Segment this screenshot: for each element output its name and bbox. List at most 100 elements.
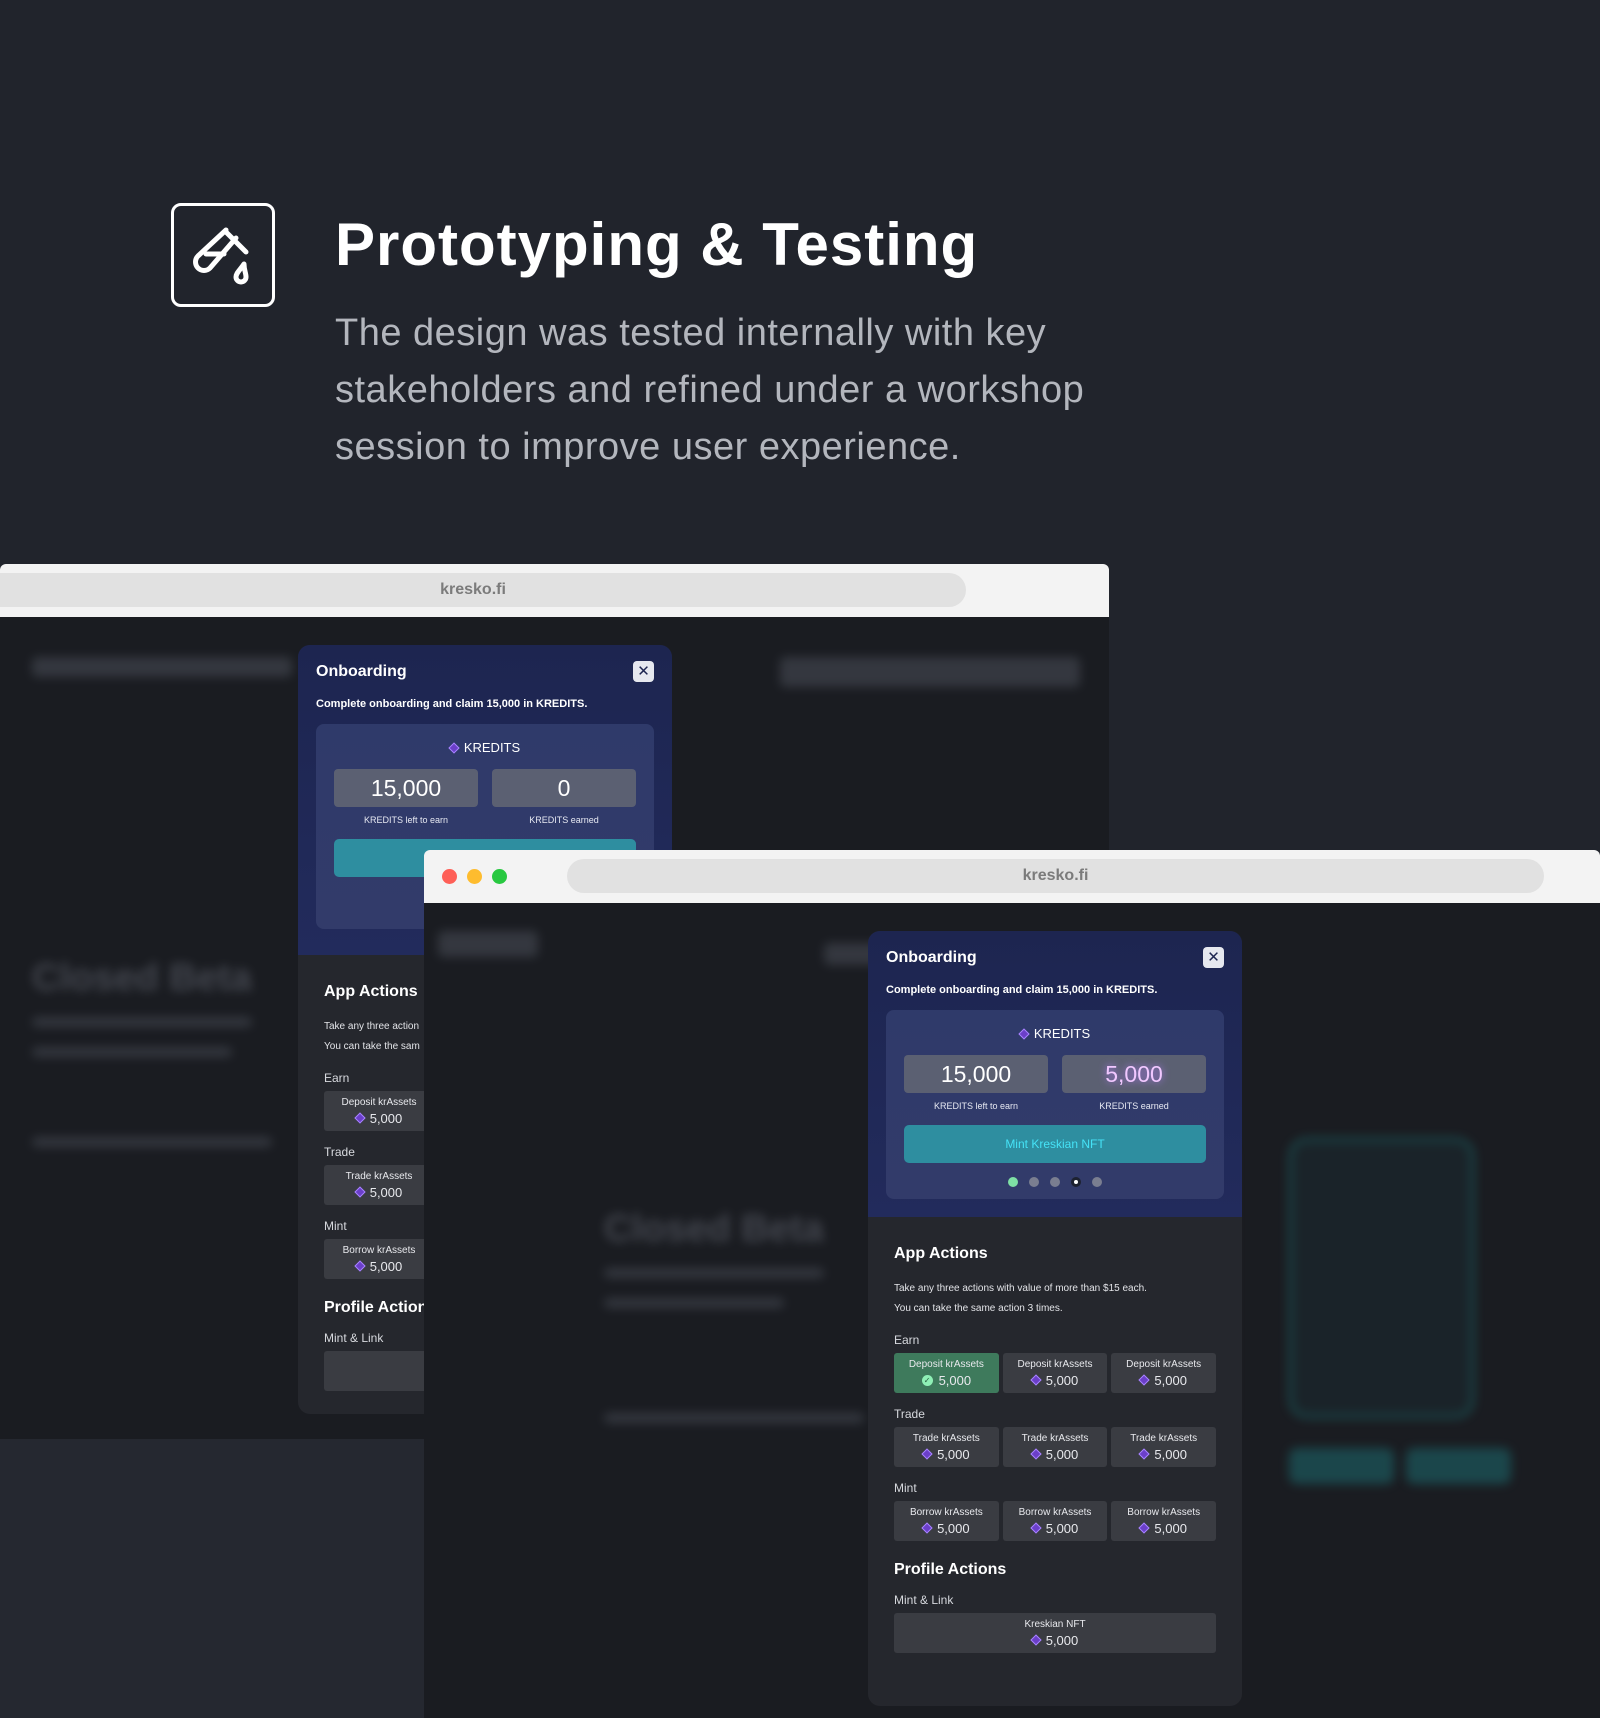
action-button[interactable]: Deposit krAssets ✓ 5,000 (894, 1353, 999, 1393)
kredits-left: 15,000 KREDITS left to earn (334, 769, 478, 825)
kredits-left-label: KREDITS left to earn (933, 1101, 1019, 1111)
step-dot[interactable] (1029, 1177, 1039, 1187)
action-deposit[interactable]: Deposit krAssets 5,000 (324, 1091, 434, 1131)
step-dot[interactable] (1071, 1177, 1081, 1187)
action-label: Borrow krAssets (1018, 1506, 1092, 1518)
kredits-earned-label: KREDITS earned (1099, 1101, 1169, 1111)
action-button[interactable]: Deposit krAssets 5,000 (1002, 1353, 1108, 1393)
action-kreskian-nft[interactable]: Kreskian NFT 5,000 (894, 1613, 1216, 1653)
action-amount-value: 5,000 (369, 1184, 403, 1200)
action-amount: 5,000 (354, 1184, 403, 1200)
kredits-left-value: 15,000 (334, 769, 478, 807)
close-icon[interactable]: ✕ (1203, 947, 1224, 968)
step-dot[interactable] (1050, 1177, 1060, 1187)
action-label: Kreskian NFT (1024, 1618, 1086, 1630)
background-heading: Closed Beta (604, 1208, 824, 1250)
kredits-gem-icon (1138, 1448, 1151, 1460)
background-button (1406, 1448, 1511, 1484)
kredits-heading: KREDITS (904, 1026, 1206, 1041)
kredits-values: 15,000 KREDITS left to earn 0 KREDITS ea… (334, 769, 636, 825)
action-trade[interactable]: Trade krAssets 5,000 (324, 1165, 434, 1205)
kredits-gem-icon (354, 1260, 366, 1272)
action-amount: 5,000 (921, 1520, 970, 1536)
browser-viewport: Closed Beta Onboarding ✕ Complete onboar… (424, 903, 1600, 1718)
close-icon[interactable]: ✕ (633, 661, 654, 682)
browser-window-front: kresko.fi Closed Beta Onboarding ✕ Compl… (424, 850, 1600, 1718)
action-button[interactable]: Trade krAssets 5,000 (1111, 1427, 1217, 1467)
kredits-earned-value: 0 (492, 769, 636, 807)
action-amount-value: 5,000 (1045, 1372, 1079, 1388)
action-amount-value: 5,000 (1154, 1372, 1187, 1388)
window-controls (442, 869, 507, 884)
background-line (32, 657, 292, 677)
action-amount-value: 5,000 (937, 1520, 970, 1536)
close-window-icon[interactable] (442, 869, 457, 884)
onboarding-subtitle: Complete onboarding and claim 15,000 in … (886, 984, 1158, 996)
action-amount: 5,000 (921, 1447, 970, 1462)
action-row: Trade krAssets 5,000 Trade krAssets 5,000 Tr… (894, 1427, 1217, 1467)
group-label-earn: Earn (894, 1333, 920, 1347)
onboarding-title: Onboarding (886, 949, 977, 966)
action-row: Borrow krAssets 5,000 (324, 1239, 434, 1279)
app-actions-description: Take any three actions with value of mor… (894, 1279, 1216, 1319)
action-amount-value: 5,000 (1045, 1446, 1079, 1462)
action-button[interactable]: Trade krAssets 5,000 (894, 1427, 999, 1467)
action-label: Trade krAssets (1130, 1432, 1198, 1444)
background-heading: Closed Beta (32, 957, 252, 999)
app-actions-desc-line: Take any three actions with value of mor… (894, 1283, 1147, 1294)
action-borrow[interactable]: Borrow krAssets 5,000 (324, 1239, 434, 1279)
kredits-gem-icon (1030, 1374, 1042, 1386)
kredits-heading: KREDITS (334, 740, 636, 755)
action-row: Kreskian NFT 5,000 (894, 1613, 1216, 1653)
action-label: Deposit krAssets (908, 1358, 984, 1370)
kredits-gem-icon (448, 741, 460, 754)
background-line (604, 1298, 784, 1308)
step-dot[interactable] (1008, 1177, 1018, 1187)
background-line (604, 1413, 864, 1423)
test-tube-icon (171, 203, 275, 307)
kredits-left-value: 15,000 (904, 1055, 1048, 1093)
kredits-left: 15,000 KREDITS left to earn (904, 1055, 1048, 1111)
kredits-label: KREDITS (463, 740, 521, 755)
background-line (32, 1137, 272, 1147)
action-amount-value: 5,000 (938, 1372, 972, 1388)
kredits-gem-icon (1030, 1522, 1042, 1534)
kredits-gem-icon (1138, 1522, 1151, 1534)
background-button (1289, 1448, 1394, 1484)
kredits-gem-icon (1138, 1374, 1151, 1386)
back-page-lower-area (0, 1438, 424, 1718)
onboarding-panel: Onboarding ✕ Complete onboarding and cla… (868, 931, 1242, 1706)
step-dot[interactable] (1092, 1177, 1102, 1187)
action-amount: 5,000 (1030, 1521, 1078, 1536)
action-button[interactable]: Borrow krAssets 5,000 (1002, 1501, 1108, 1541)
kredits-earned-label: KREDITS earned (529, 815, 599, 825)
address-bar[interactable]: kresko.fi (0, 573, 966, 607)
action-label: Trade krAssets (1021, 1432, 1089, 1444)
browser-toolbar: kresko.fi (0, 564, 1109, 617)
kredits-gem-icon (354, 1112, 366, 1124)
action-row: Deposit krAssets 5,000 (324, 1091, 434, 1131)
profile-actions-title: Profile Actions (894, 1561, 1007, 1578)
action-button[interactable]: Borrow krAssets 5,000 (1111, 1501, 1217, 1541)
page-title: Prototyping & Testing (335, 211, 979, 278)
action-button[interactable]: Trade krAssets 5,000 (1002, 1427, 1108, 1467)
app-actions-desc-line: You can take the same action 3 times. (894, 1303, 1063, 1314)
app-actions-title: App Actions (894, 1245, 988, 1262)
minimize-window-icon[interactable] (467, 869, 482, 884)
action-label: Deposit krAssets (341, 1096, 417, 1108)
action-label: Deposit krAssets (1126, 1358, 1202, 1370)
action-amount-value: 5,000 (369, 1110, 403, 1126)
action-amount: 5,000 (1138, 1521, 1187, 1536)
action-nft[interactable] (324, 1351, 434, 1391)
address-bar[interactable]: kresko.fi (567, 859, 1544, 893)
action-button[interactable]: Deposit krAssets 5,000 (1111, 1353, 1217, 1393)
action-amount: 5,000 (354, 1110, 403, 1126)
background-line (32, 1017, 252, 1027)
action-label: Borrow krAssets (1127, 1506, 1201, 1518)
maximize-window-icon[interactable] (492, 869, 507, 884)
kredits-gem-icon (1030, 1634, 1042, 1646)
action-button[interactable]: Borrow krAssets 5,000 (894, 1501, 999, 1541)
action-amount: 5,000 (1030, 1372, 1079, 1388)
mint-kreskian-nft-button[interactable]: Mint Kreskian NFT (904, 1125, 1206, 1163)
action-amount: ✓ 5,000 (921, 1372, 972, 1388)
